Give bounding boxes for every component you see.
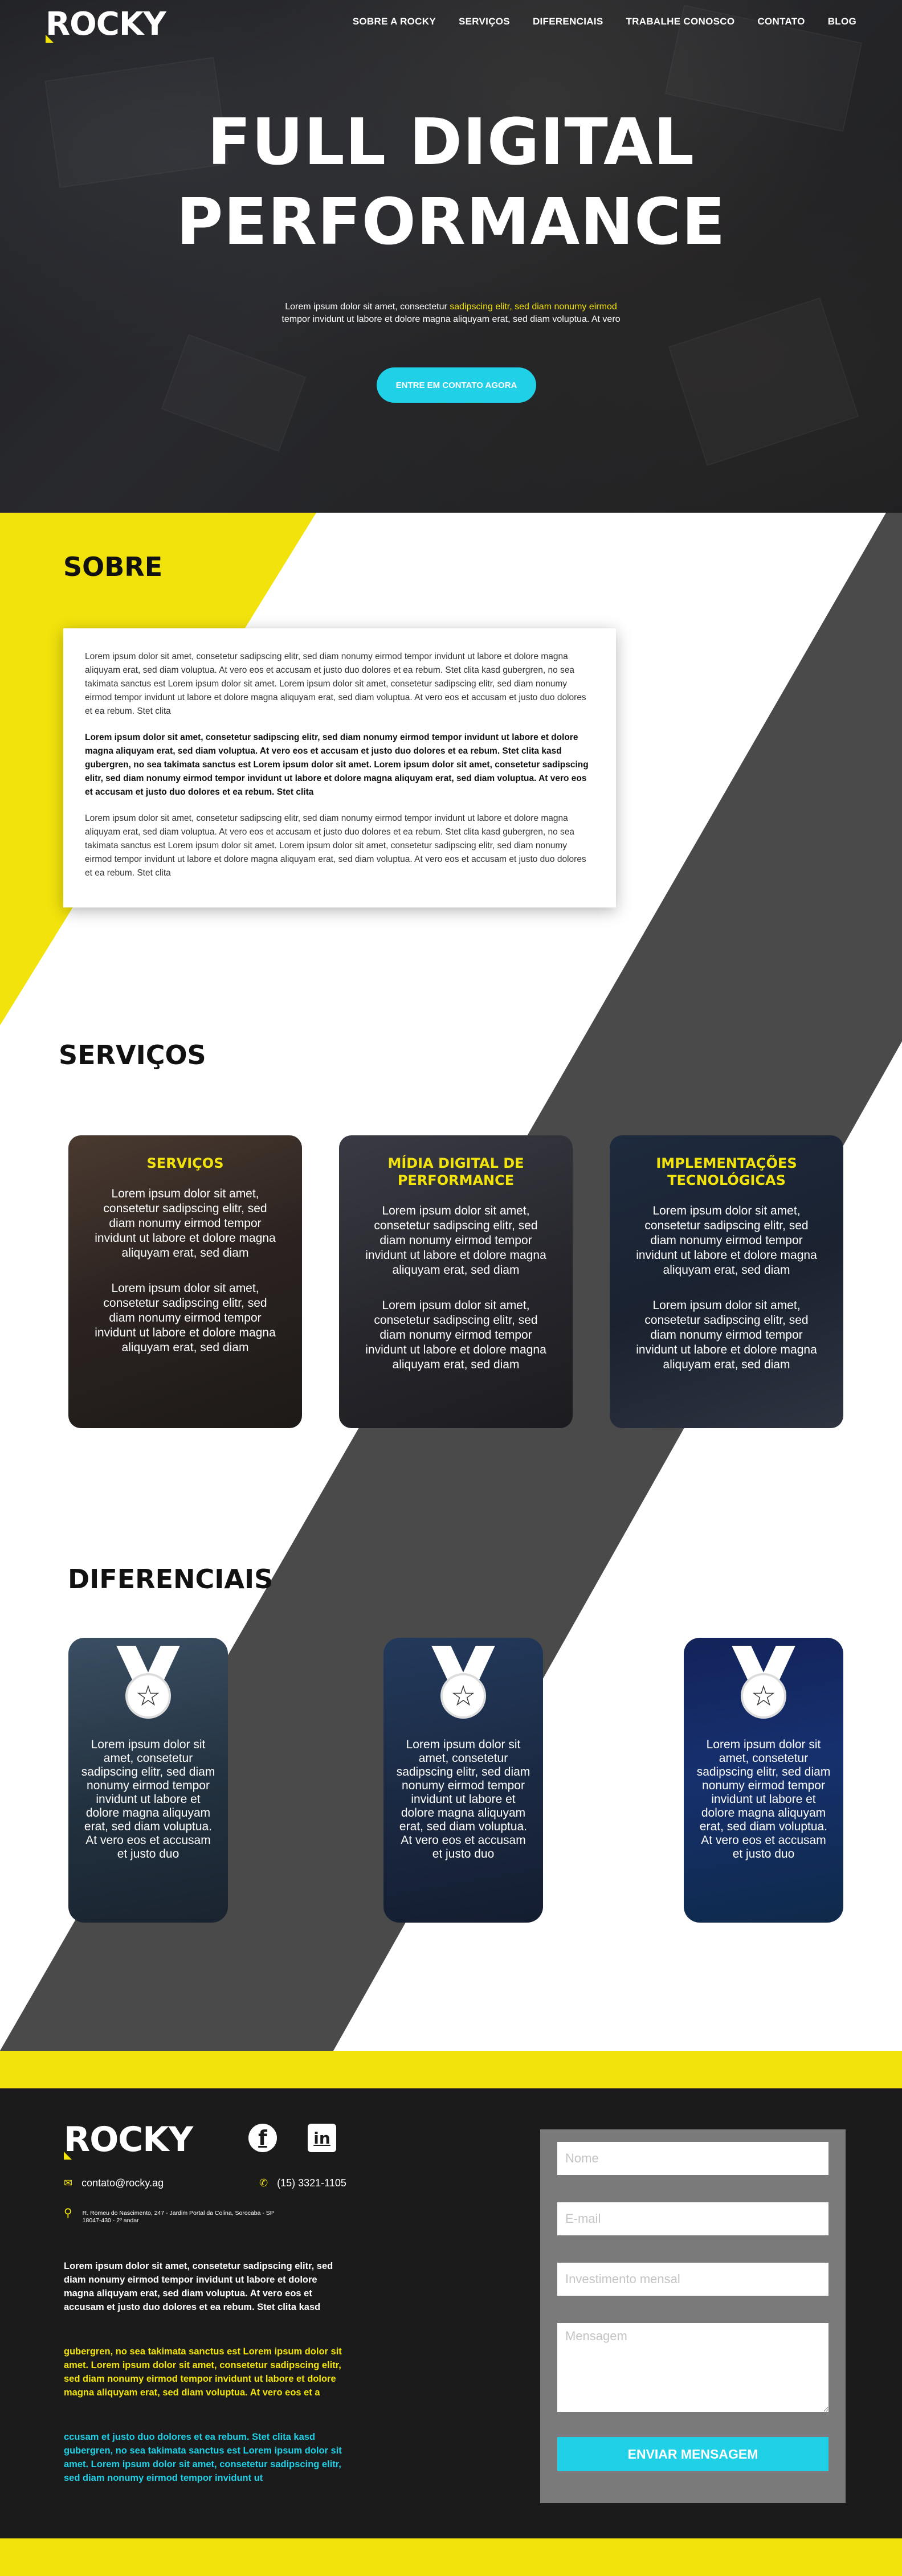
differential-card-text: Lorem ipsum dolor sit amet, consetetur s… bbox=[696, 1738, 831, 1861]
service-card-title: IMPLEMENTAÇÕES TECNOLÓGICAS bbox=[656, 1155, 797, 1188]
medal-star-icon: ☆ bbox=[732, 1646, 795, 1725]
differential-card-text: Lorem ipsum dolor sit amet, consetetur s… bbox=[81, 1738, 215, 1861]
nav-item-trabalhe-conosco[interactable]: TRABALHE CONOSCO bbox=[626, 16, 735, 27]
hero-subtitle: Lorem ipsum dolor sit amet, consectetur … bbox=[0, 301, 902, 326]
message-field[interactable] bbox=[557, 2323, 828, 2412]
service-card[interactable]: SERVIÇOS Lorem ipsum dolor sit amet, con… bbox=[68, 1135, 302, 1428]
phone-contact[interactable]: ✆ (15) 3321-1105 bbox=[259, 2177, 346, 2189]
footer-logo[interactable]: ROCKY bbox=[64, 2120, 193, 2160]
hero-title: FULL DIGITAL PERFORMANCE bbox=[0, 103, 902, 262]
nav-item-diferenciais[interactable]: DIFERENCIAIS bbox=[533, 16, 603, 27]
nav-item-contato[interactable]: CONTATO bbox=[757, 16, 805, 27]
service-card-text: Lorem ipsum dolor sit amet, consetetur s… bbox=[636, 1204, 817, 1277]
differential-card: ☆ Lorem ipsum dolor sit amet, consetetur… bbox=[383, 1638, 543, 1923]
linkedin-icon[interactable]: in bbox=[308, 2124, 336, 2152]
name-field[interactable] bbox=[557, 2142, 828, 2175]
logo-text: ROCKY bbox=[46, 6, 166, 43]
envelope-icon: ✉ bbox=[64, 2177, 73, 2189]
hero-title-line1: FULL DIGITAL bbox=[207, 105, 695, 179]
hero-subtitle-line2: tempor invidunt ut labore et dolore magn… bbox=[281, 314, 621, 324]
service-card-text: Lorem ipsum dolor sit amet, consetetur s… bbox=[365, 1299, 546, 1371]
sobre-paragraph-1: Lorem ipsum dolor sit amet, consetetur s… bbox=[85, 652, 586, 716]
address: ⚲ R. Romeu do Nascimento, 247 - Jardim P… bbox=[64, 2207, 274, 2225]
footer-bottom-strip bbox=[0, 2538, 902, 2576]
sobre-paragraph-3: Lorem ipsum dolor sit amet, consetetur s… bbox=[85, 813, 586, 878]
service-card-title: MÍDIA DIGITAL DE PERFORMANCE bbox=[387, 1155, 524, 1188]
email-field[interactable] bbox=[557, 2202, 828, 2235]
sobre-title: SOBRE bbox=[63, 551, 163, 582]
service-card[interactable]: MÍDIA DIGITAL DE PERFORMANCE Lorem ipsum… bbox=[339, 1135, 573, 1428]
footer-text-white: Lorem ipsum dolor sit amet, consetetur s… bbox=[64, 2261, 333, 2312]
email-text: contato@rocky.ag bbox=[81, 2177, 164, 2189]
sobre-paragraph-2: Lorem ipsum dolor sit amet, consetetur s… bbox=[85, 733, 589, 797]
contact-cta-button[interactable]: ENTRE EM CONTATO AGORA bbox=[377, 367, 536, 403]
differential-card: ☆ Lorem ipsum dolor sit amet, consetetur… bbox=[684, 1638, 843, 1923]
send-message-button[interactable]: ENVIAR MENSAGEM bbox=[557, 2437, 828, 2471]
budget-field[interactable] bbox=[557, 2263, 828, 2296]
medal-star-icon: ☆ bbox=[431, 1646, 495, 1725]
diferenciais-title: DIFERENCIAIS bbox=[68, 1564, 274, 1594]
service-card[interactable]: IMPLEMENTAÇÕES TECNOLÓGICAS Lorem ipsum … bbox=[610, 1135, 843, 1428]
map-pin-icon: ⚲ bbox=[64, 2207, 72, 2219]
email-contact[interactable]: ✉ contato@rocky.ag bbox=[64, 2177, 164, 2189]
service-card-title: SERVIÇOS bbox=[146, 1155, 224, 1171]
nav-item-blog[interactable]: BLOG bbox=[828, 16, 856, 27]
medal-star-icon: ☆ bbox=[116, 1646, 180, 1725]
footer-text-cyan: ccusam et justo duo dolores et ea rebum.… bbox=[64, 2432, 342, 2483]
phone-icon: ✆ bbox=[259, 2177, 268, 2189]
nav-item-servicos[interactable]: SERVIÇOS bbox=[459, 16, 510, 27]
hero-title-line2: PERFORMANCE bbox=[176, 185, 726, 259]
service-card-text: Lorem ipsum dolor sit amet, consetetur s… bbox=[365, 1204, 546, 1277]
service-card-text: Lorem ipsum dolor sit amet, consetetur s… bbox=[95, 1187, 276, 1260]
service-card-text: Lorem ipsum dolor sit amet, consetetur s… bbox=[95, 1282, 276, 1354]
logo-text: ROCKY bbox=[64, 2120, 193, 2160]
service-card-text: Lorem ipsum dolor sit amet, consetetur s… bbox=[636, 1299, 817, 1371]
nav-item-sobre[interactable]: SOBRE A ROCKY bbox=[353, 16, 436, 27]
hero-section: ROCKY SOBRE A ROCKY SERVIÇOS DIFERENCIAI… bbox=[0, 0, 902, 513]
differential-card-text: Lorem ipsum dolor sit amet, consetetur s… bbox=[396, 1738, 530, 1861]
facebook-icon[interactable]: f bbox=[248, 2124, 277, 2152]
footer-top-strip bbox=[0, 2051, 902, 2088]
phone-text: (15) 3321-1105 bbox=[277, 2177, 346, 2189]
differential-card: ☆ Lorem ipsum dolor sit amet, consetetur… bbox=[68, 1638, 228, 1923]
servicos-title: SERVIÇOS bbox=[59, 1040, 206, 1070]
main-nav: SOBRE A ROCKY SERVIÇOS DIFERENCIAIS TRAB… bbox=[353, 16, 856, 27]
footer: ROCKY f in ✉ contato@rocky.ag ✆ (15) 332… bbox=[0, 2088, 902, 2538]
hero-subtitle-part1: Lorem ipsum dolor sit amet, consectetur bbox=[285, 302, 450, 312]
address-line2: 18047-430 - 2º andar bbox=[82, 2217, 139, 2224]
address-line1: R. Romeu do Nascimento, 247 - Jardim Por… bbox=[82, 2210, 274, 2217]
hero-subtitle-highlight: sadipscing elitr, sed diam nonumy eirmod bbox=[450, 302, 617, 312]
sobre-card: Lorem ipsum dolor sit amet, consetetur s… bbox=[63, 628, 616, 907]
header-logo[interactable]: ROCKY bbox=[46, 6, 166, 43]
contact-form: ENVIAR MENSAGEM bbox=[540, 2129, 846, 2503]
main-content: SOBRE Lorem ipsum dolor sit amet, conset… bbox=[0, 513, 902, 2051]
footer-text-yellow: gubergren, no sea takimata sanctus est L… bbox=[64, 2346, 342, 2398]
